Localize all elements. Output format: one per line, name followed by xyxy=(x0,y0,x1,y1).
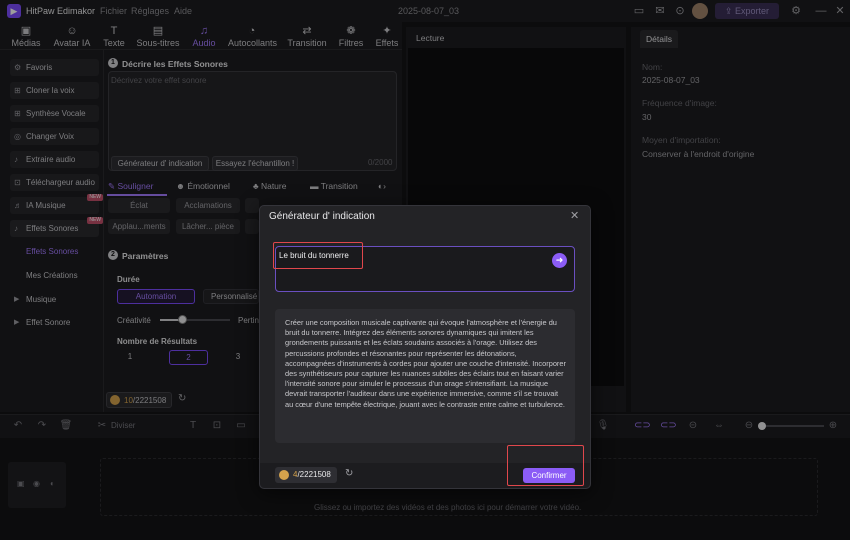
close-icon[interactable]: ✕ xyxy=(570,209,579,222)
refresh-icon[interactable]: ↻ xyxy=(345,468,353,479)
arrow-right-icon: ➜ xyxy=(555,255,564,265)
coin-icon xyxy=(279,470,289,480)
dialog-credits-total: /2221508 xyxy=(297,470,331,479)
input-highlight-box xyxy=(273,242,363,269)
send-arrow-button[interactable]: ➜ xyxy=(552,253,567,268)
generated-prompt-text: Créer une composition musicale captivant… xyxy=(285,318,566,409)
confirm-highlight-box xyxy=(507,445,584,486)
dialog-title: Générateur d' indication xyxy=(269,211,375,222)
dialog-credits: 4/2221508 xyxy=(293,470,331,479)
